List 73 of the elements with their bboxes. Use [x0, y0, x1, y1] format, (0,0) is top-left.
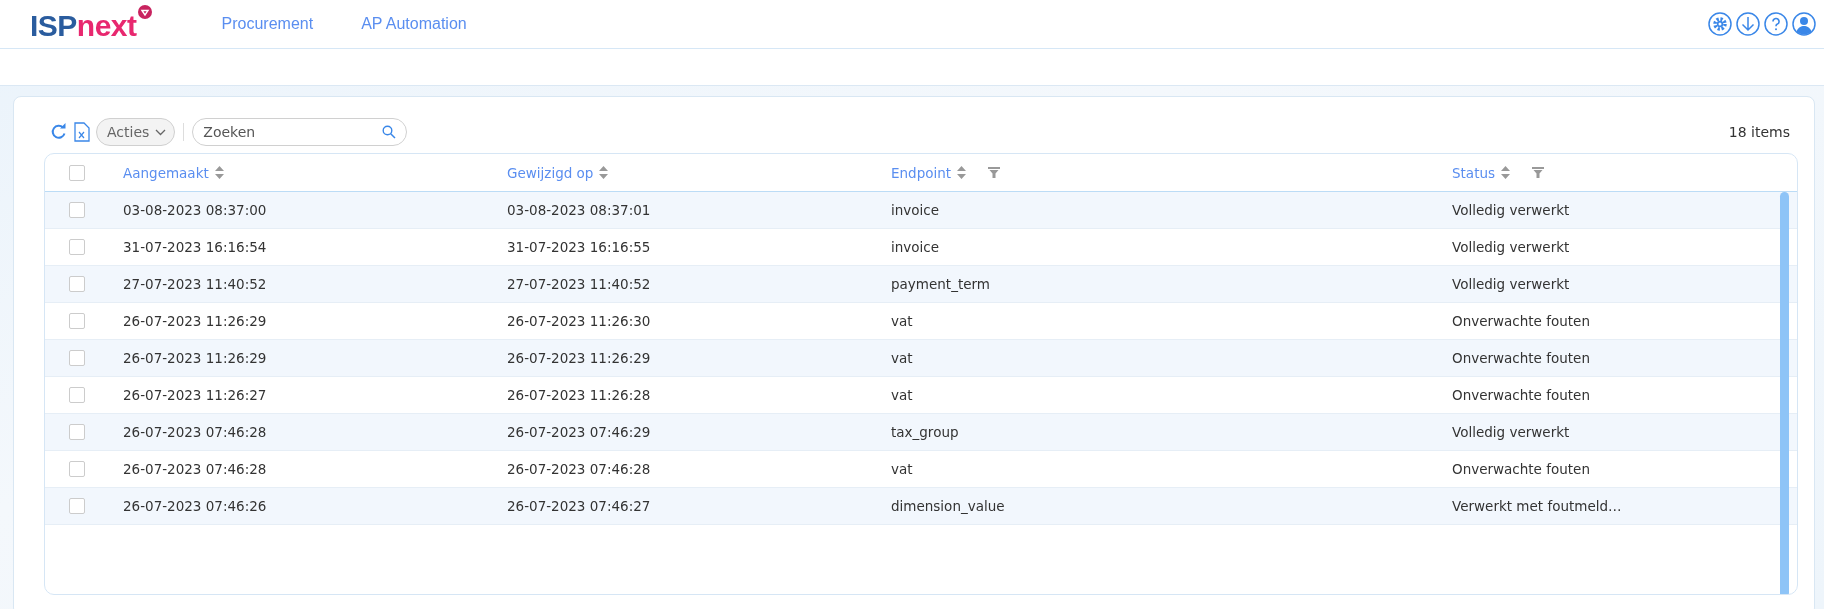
- filter-icon[interactable]: [988, 167, 1001, 178]
- search-icon: [382, 125, 397, 139]
- table-cell-text: Volledig verwerkt: [1452, 239, 1571, 255]
- row-checkbox[interactable]: [69, 461, 85, 477]
- column-header[interactable]: Aangemaakt: [123, 164, 209, 181]
- table-cell-text: 26-07-2023 07:46:26: [123, 498, 268, 514]
- table-cell-text: Volledig verwerkt: [1452, 424, 1571, 440]
- table-cell-text: 26-07-2023 07:46:28: [507, 461, 652, 477]
- table-cell-text: 26-07-2023 11:26:27: [123, 387, 268, 403]
- table-cell-text: vat: [891, 461, 914, 477]
- table-cell-text: dimension_value: [891, 498, 1006, 514]
- table-cell-text: 26-07-2023 11:26:30: [507, 313, 652, 329]
- table-cell-text: Onverwachte fouten: [1452, 313, 1591, 329]
- excel-file-icon[interactable]: [74, 122, 90, 142]
- table-cell-text: 26-07-2023 11:26:29: [123, 350, 268, 366]
- chevron-down-icon: [155, 128, 167, 136]
- row-checkbox[interactable]: [69, 424, 85, 440]
- table-cell-text: Onverwachte fouten: [1452, 387, 1591, 403]
- actions-dropdown[interactable]: Acties: [96, 118, 176, 146]
- scrollbar[interactable]: [1780, 192, 1789, 594]
- table-cell-text: Volledig verwerkt: [1452, 202, 1571, 218]
- row-checkbox[interactable]: [69, 350, 85, 366]
- row-checkbox[interactable]: [69, 387, 85, 403]
- sort-icon[interactable]: [214, 166, 224, 179]
- table-cell-text: 26-07-2023 11:26:28: [507, 387, 652, 403]
- table-cell-text: Onverwachte fouten: [1452, 350, 1591, 366]
- row-checkbox[interactable]: [69, 313, 85, 329]
- column-header[interactable]: Gewijzigd op: [507, 164, 594, 181]
- help-icon[interactable]: [1764, 12, 1788, 36]
- row-checkbox[interactable]: [69, 498, 85, 514]
- table-cell-text: invoice: [891, 202, 941, 218]
- table-cell-text: 26-07-2023 11:26:29: [123, 313, 268, 329]
- item-count: 18 items: [1728, 124, 1791, 140]
- logo-text: ISP: [30, 9, 77, 43]
- table-cell-text: Onverwachte fouten: [1452, 461, 1591, 477]
- table-cell-text: tax_group: [891, 424, 960, 440]
- table-cell-text: 27-07-2023 11:40:52: [507, 276, 652, 292]
- table-cell-text: 31-07-2023 16:16:54: [123, 239, 268, 255]
- column-header[interactable]: Endpoint: [891, 164, 952, 181]
- search-field[interactable]: Zoeken: [192, 118, 408, 146]
- table-cell-text: 26-07-2023 07:46:29: [507, 424, 652, 440]
- row-checkbox[interactable]: [69, 276, 85, 292]
- download-icon[interactable]: [1736, 12, 1760, 36]
- sort-icon[interactable]: [599, 166, 609, 179]
- refresh-icon[interactable]: [50, 123, 68, 141]
- sort-icon[interactable]: [1501, 166, 1511, 179]
- user-avatar-icon[interactable]: [1792, 12, 1816, 36]
- nav-link[interactable]: Procurement: [221, 15, 314, 33]
- table-cell-text: vat: [891, 350, 914, 366]
- table-cell-text: 26-07-2023 11:26:29: [507, 350, 652, 366]
- row-checkbox[interactable]: [69, 202, 85, 218]
- table-cell-text: 31-07-2023 16:16:55: [507, 239, 652, 255]
- row-checkbox[interactable]: [69, 239, 85, 255]
- table-cell-text: payment_term: [891, 276, 991, 292]
- table-cell-text: vat: [891, 313, 914, 329]
- select-all-checkbox[interactable]: [69, 164, 85, 181]
- sort-icon[interactable]: [957, 166, 967, 179]
- heart-badge-icon: [137, 5, 152, 19]
- table-cell-text: vat: [891, 387, 914, 403]
- table-cell-text: 26-07-2023 07:46:28: [123, 424, 268, 440]
- table-cell-text: 26-07-2023 07:46:28: [123, 461, 268, 477]
- table-cell-text: 03-08-2023 08:37:01: [507, 202, 652, 218]
- column-header[interactable]: Status: [1452, 164, 1496, 181]
- settings-icon[interactable]: [1708, 12, 1732, 36]
- table-cell-text: Verwerkt met foutmeld…: [1452, 498, 1623, 514]
- table-cell-text: 03-08-2023 08:37:00: [123, 202, 268, 218]
- logo-text: next: [76, 9, 137, 43]
- table-cell-text: invoice: [891, 239, 941, 255]
- table-cell-text: 27-07-2023 11:40:52: [123, 276, 268, 292]
- nav-link[interactable]: AP Automation: [361, 15, 467, 33]
- table-cell-text: Volledig verwerkt: [1452, 276, 1571, 292]
- table-cell-text: 26-07-2023 07:46:27: [507, 498, 652, 514]
- filter-icon[interactable]: [1532, 167, 1545, 178]
